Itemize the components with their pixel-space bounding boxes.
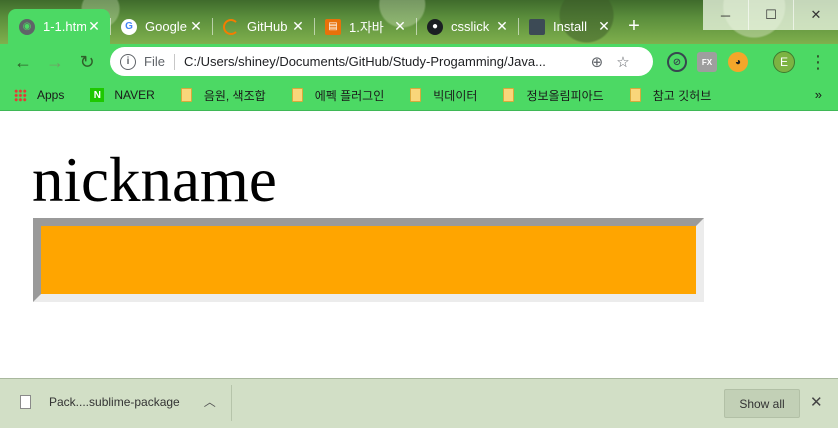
- tab-strip: ◉ 1-1.htm ✕ G Google ✕ GitHub ✕ ▤ 1.자바 ✕…: [8, 9, 648, 44]
- bookmark-label: 빅데이터: [433, 88, 478, 103]
- bookmark-label: Apps: [37, 88, 65, 102]
- download-item[interactable]: Pack....sublime-package ︿: [20, 393, 216, 410]
- google-icon: G: [121, 18, 137, 35]
- download-shelf: Pack....sublime-package ︿ Show all ✕: [0, 378, 838, 428]
- forward-arrow-icon[interactable]: →: [39, 46, 71, 78]
- more-bookmarks-chevron-icon[interactable]: »: [815, 87, 822, 102]
- tab-csslick[interactable]: ● csslick ✕: [416, 9, 518, 44]
- profile-avatar[interactable]: E: [773, 51, 795, 73]
- globe-icon: ◉: [19, 18, 35, 35]
- folder-icon: [180, 88, 192, 102]
- divider: [173, 53, 175, 70]
- tab-title: Google: [145, 19, 187, 34]
- title-bar: ◉ 1-1.htm ✕ G Google ✕ GitHub ✕ ▤ 1.자바 ✕…: [0, 0, 838, 44]
- bookmark-star-icon[interactable]: ☆: [610, 53, 636, 71]
- tab-title: Install: [553, 19, 587, 34]
- bookmark-label: 참고 깃허브: [652, 88, 712, 103]
- tab-title: 1.자바: [349, 20, 384, 35]
- bookmark-label: 정보올림피아드: [526, 88, 604, 103]
- bookmark-naver[interactable]: N NAVER: [90, 88, 155, 102]
- page-heading: nickname: [32, 145, 277, 215]
- close-tab-icon[interactable]: ✕: [596, 18, 612, 35]
- tab-github[interactable]: GitHub ✕: [212, 9, 314, 44]
- minimize-button[interactable]: ─: [703, 0, 748, 30]
- close-tab-icon[interactable]: ✕: [86, 18, 102, 35]
- bookmark-folder[interactable]: 참고 깃허브: [629, 87, 712, 104]
- github-icon: ●: [427, 18, 443, 35]
- bookmark-folder[interactable]: 빅데이터: [410, 87, 477, 104]
- info-icon[interactable]: i: [120, 53, 136, 70]
- folder-icon: [629, 88, 641, 102]
- url-scheme: File: [144, 54, 165, 69]
- bookmark-folder[interactable]: 에펙 플러그인: [291, 87, 385, 104]
- close-window-button[interactable]: ✕: [793, 0, 838, 30]
- bookmark-apps[interactable]: Apps: [14, 88, 64, 102]
- folder-icon: [291, 88, 303, 102]
- book-icon: ▤: [325, 18, 341, 35]
- download-filename: Pack....sublime-package: [49, 394, 180, 409]
- url-text[interactable]: C:/Users/shiney/Documents/GitHub/Study-P…: [184, 54, 584, 69]
- bookmark-label: NAVER: [114, 88, 155, 102]
- tab-title: 1-1.htm: [43, 19, 86, 34]
- tab-1-1-htm[interactable]: ◉ 1-1.htm ✕: [8, 9, 110, 44]
- window-controls: ─ ☐ ✕: [703, 0, 838, 30]
- block-extension-icon[interactable]: ⊘: [667, 52, 687, 72]
- bookmark-folder[interactable]: 정보올림피아드: [503, 87, 604, 104]
- bookmark-folder[interactable]: 음원, 색조합: [180, 87, 266, 104]
- bookmark-label: 음원, 색조합: [203, 88, 266, 103]
- tab-install[interactable]: Install ✕: [518, 9, 620, 44]
- owl-extension-icon[interactable]: ◕: [728, 52, 748, 72]
- folder-icon: [503, 88, 515, 102]
- close-tab-icon[interactable]: ✕: [290, 18, 306, 35]
- browser-toolbar: ← → ↻ i File C:/Users/shiney/Documents/G…: [0, 44, 838, 80]
- tab-title: GitHub: [247, 19, 288, 34]
- page-icon: [529, 18, 545, 35]
- spinner-icon: [223, 18, 239, 35]
- file-icon: [20, 394, 31, 409]
- page-content: nickname: [0, 112, 838, 378]
- maximize-button[interactable]: ☐: [748, 0, 793, 30]
- folder-icon: [410, 88, 422, 102]
- bookmark-label: 에펙 플러그인: [314, 88, 385, 103]
- bookmarks-bar: Apps N NAVER 음원, 색조합 에펙 플러그인 빅데이터 정보올림피아…: [0, 80, 838, 111]
- more-menu-icon[interactable]: ⋮: [808, 50, 828, 74]
- new-tab-button[interactable]: +: [620, 9, 648, 44]
- tab-java[interactable]: ▤ 1.자바 ✕: [314, 9, 416, 44]
- apps-grid-icon: [14, 88, 27, 102]
- divider: [231, 385, 232, 421]
- close-tab-icon[interactable]: ✕: [188, 18, 204, 35]
- fx-extension-icon[interactable]: FX: [697, 52, 717, 72]
- orange-inset-box: [33, 218, 704, 302]
- close-tab-icon[interactable]: ✕: [494, 18, 510, 35]
- close-tab-icon[interactable]: ✕: [392, 18, 408, 35]
- reload-icon[interactable]: ↻: [71, 46, 103, 78]
- close-icon[interactable]: ✕: [810, 393, 823, 411]
- tab-google[interactable]: G Google ✕: [110, 9, 212, 44]
- address-bar[interactable]: i File C:/Users/shiney/Documents/GitHub/…: [110, 47, 653, 76]
- back-arrow-icon[interactable]: ←: [7, 46, 39, 78]
- show-all-button[interactable]: Show all: [724, 389, 800, 418]
- zoom-icon[interactable]: ⊕: [584, 53, 610, 71]
- tab-title: csslick: [451, 19, 490, 34]
- naver-icon: N: [90, 88, 105, 102]
- chevron-up-icon[interactable]: ︿: [204, 393, 216, 410]
